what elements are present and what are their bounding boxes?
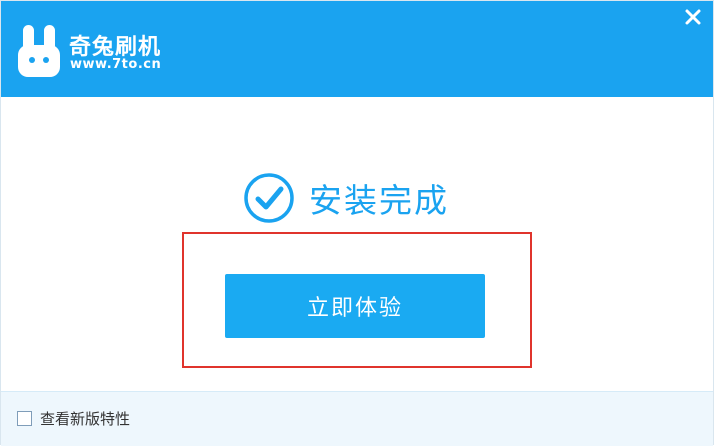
install-status: 安装完成 xyxy=(243,173,449,223)
check-circle-icon xyxy=(244,173,294,223)
footer-bar: 查看新版特性 xyxy=(1,391,713,446)
rabbit-logo-icon xyxy=(18,25,60,77)
view-new-features-option[interactable]: 查看新版特性 xyxy=(17,408,130,429)
view-new-features-checkbox[interactable] xyxy=(17,411,32,426)
close-icon[interactable] xyxy=(683,7,703,27)
status-text: 安装完成 xyxy=(309,181,449,220)
header-bar: 奇兔刷机 www.7to.cn xyxy=(1,1,713,97)
app-url: www.7to.cn xyxy=(70,57,162,72)
installer-window: 奇兔刷机 www.7to.cn 安装完成 立即体验 查看新版特性 xyxy=(0,0,714,446)
try-now-button[interactable]: 立即体验 xyxy=(225,274,485,338)
view-new-features-label[interactable]: 查看新版特性 xyxy=(40,408,130,429)
